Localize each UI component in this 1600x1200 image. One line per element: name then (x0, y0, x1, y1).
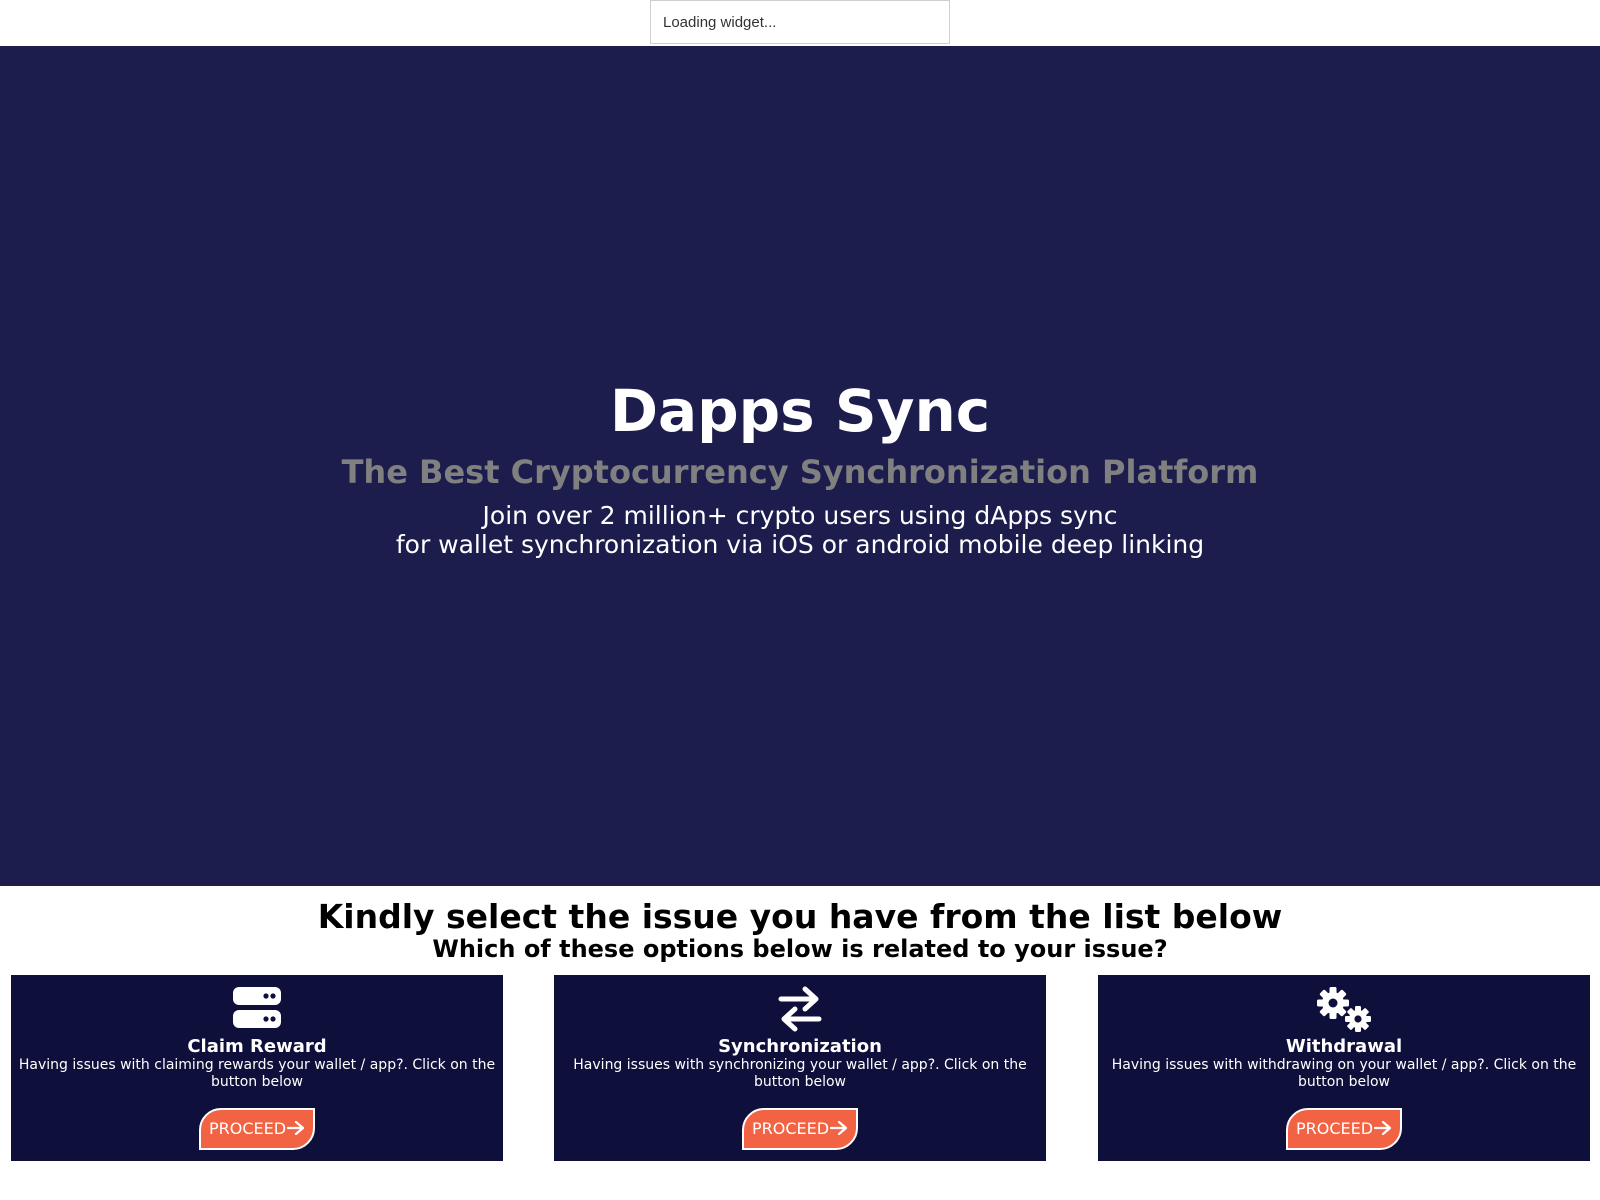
page-title: Dapps Sync (609, 377, 991, 445)
hero-section: Dapps Sync The Best Cryptocurrency Synch… (0, 46, 1600, 886)
proceed-button-claim-reward[interactable]: PROCEED (199, 1108, 315, 1150)
gears-icon (1098, 985, 1590, 1035)
issue-card-withdrawal: Withdrawal Having issues with withdrawin… (1098, 975, 1590, 1161)
arrow-right-icon (286, 1111, 305, 1149)
hero-subtitle: The Best Cryptocurrency Synchronization … (341, 453, 1259, 491)
card-title: Claim Reward (187, 1036, 327, 1057)
card-title: Withdrawal (1285, 1036, 1403, 1057)
hero-description-line-2: for wallet synchronization via iOS or an… (395, 530, 1205, 559)
card-description: Having issues with claiming rewards your… (18, 1057, 496, 1090)
proceed-button-withdrawal[interactable]: PROCEED (1286, 1108, 1402, 1150)
issue-card-synchronization: Synchronization Having issues with synch… (554, 975, 1046, 1161)
arrow-right-icon (829, 1111, 848, 1149)
top-widget-bar: Loading widget... (0, 0, 1600, 46)
card-description: Having issues with synchronizing your wa… (573, 1057, 1027, 1090)
issue-card-claim-reward: Claim Reward Having issues with claiming… (11, 975, 503, 1161)
loading-widget: Loading widget... (650, 0, 950, 44)
server-icon (11, 985, 503, 1035)
proceed-button-synchronization[interactable]: PROCEED (742, 1108, 858, 1150)
card-title: Synchronization (718, 1036, 882, 1057)
issues-heading: Kindly select the issue you have from th… (317, 897, 1283, 936)
proceed-label: PROCEED (751, 1119, 830, 1138)
proceed-label: PROCEED (208, 1119, 287, 1138)
arrow-right-icon (1373, 1111, 1392, 1149)
exchange-arrows-icon (554, 985, 1046, 1035)
proceed-label: PROCEED (1295, 1119, 1374, 1138)
card-description: Having issues with withdrawing on your w… (1111, 1057, 1577, 1090)
hero-description-line-1: Join over 2 million+ crypto users using … (482, 501, 1118, 530)
issues-subheading: Which of these options below is related … (432, 935, 1168, 963)
